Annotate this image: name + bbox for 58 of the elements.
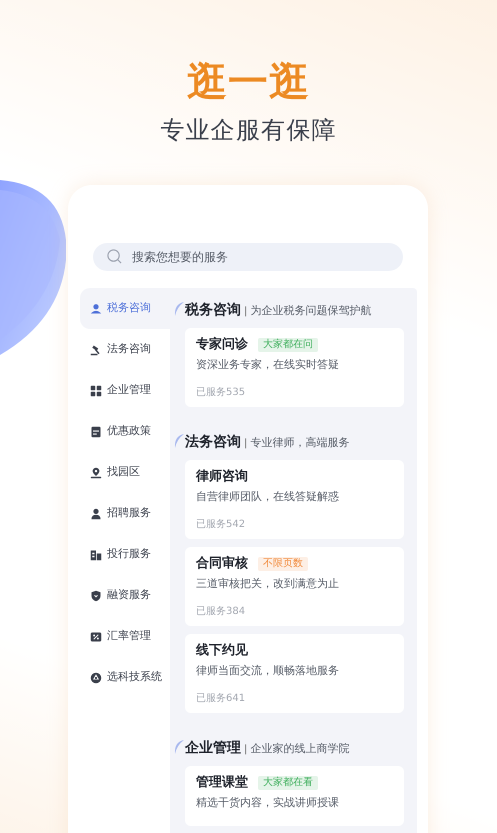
sidebar-item[interactable]: 税务咨询 [80, 288, 170, 329]
section-tagline: 专业律师，高端服务 [250, 435, 350, 451]
section-mark-icon [174, 740, 184, 754]
served-count: 已服务535 [196, 386, 246, 400]
card-tag: 大家都在问 [258, 338, 318, 352]
search-field[interactable]: 搜索您想要的服务 [93, 243, 403, 271]
sidebar-item[interactable]: 融资服务 [80, 575, 170, 616]
sidebar-item[interactable]: 优惠政策 [80, 411, 170, 452]
sidebar-icon [90, 302, 102, 314]
sidebar-icon [90, 630, 102, 642]
card-title: 专家问诊 [196, 336, 248, 354]
section-tagline: 为企业税务问题保驾护航 [250, 303, 372, 319]
served-count: 已服务542 [196, 518, 246, 532]
sidebar-icon [90, 426, 102, 438]
card-description: 精选干货内容，实战讲师授课 [196, 795, 340, 811]
card-tag: 不限页数 [258, 557, 308, 571]
sidebar-item[interactable]: 招聘服务 [80, 493, 170, 534]
served-count: 已服务641 [196, 692, 246, 706]
section-title: 法务咨询 [185, 433, 241, 452]
card-description: 自营律师团队，在线答疑解惑 [196, 489, 340, 505]
service-card[interactable]: 线下约见 律师当面交流，顺畅落地服务 已服务641 [185, 634, 404, 713]
card-title: 管理课堂 [196, 774, 248, 792]
page-subtitle: 专业企服有保障 [160, 115, 337, 146]
sidebar-icon [90, 508, 102, 520]
section-mark-icon [174, 302, 184, 316]
sidebar-item[interactable]: 找园区 [80, 452, 170, 493]
sidebar-item[interactable]: 法务咨询 [80, 329, 170, 370]
card-description: 资深业务专家，在线实时答疑 [196, 357, 340, 373]
sidebar-icon [90, 548, 102, 560]
sidebar-item[interactable]: 企业管理 [80, 370, 170, 411]
section-title: 税务咨询 [185, 301, 241, 320]
section-tagline: 企业家的线上商学院 [250, 741, 350, 757]
service-card[interactable]: 专家问诊 大家都在问 资深业务专家，在线实时答疑 已服务535 [185, 328, 404, 407]
served-count: 已服务384 [196, 605, 246, 619]
page-title: 逛一逛 [187, 58, 310, 106]
sidebar-item[interactable]: 选科技系统 [80, 657, 170, 698]
service-card[interactable]: 律师咨询 自营律师团队，在线答疑解惑 已服务542 [185, 460, 404, 539]
sidebar-icon [90, 672, 102, 684]
card-description: 三道审核把关，改到满意为止 [196, 576, 340, 592]
section-title: 企业管理 [185, 739, 241, 758]
service-card[interactable]: 合同审核 不限页数 三道审核把关，改到满意为止 已服务384 [185, 547, 404, 626]
card-title: 线下约见 [196, 642, 248, 660]
section-separator: | [244, 305, 248, 319]
sidebar-icon [90, 466, 102, 478]
sidebar-item[interactable]: 汇率管理 [80, 616, 170, 657]
card-title: 律师咨询 [196, 468, 248, 486]
sidebar-icon [90, 384, 102, 396]
card-tag: 大家都在看 [258, 776, 318, 790]
sidebar-item[interactable]: 投行服务 [80, 534, 170, 575]
search-icon [107, 249, 122, 264]
section-separator: | [244, 437, 248, 451]
section-separator: | [244, 743, 248, 757]
service-card[interactable]: 管理课堂 大家都在看 精选干货内容，实战讲师授课 [185, 766, 404, 826]
card-title: 合同审核 [196, 554, 248, 573]
card-description: 律师当面交流，顺畅落地服务 [196, 663, 340, 679]
sidebar-icon [90, 344, 102, 356]
sidebar-icon [90, 590, 102, 602]
section-mark-icon [174, 434, 184, 448]
